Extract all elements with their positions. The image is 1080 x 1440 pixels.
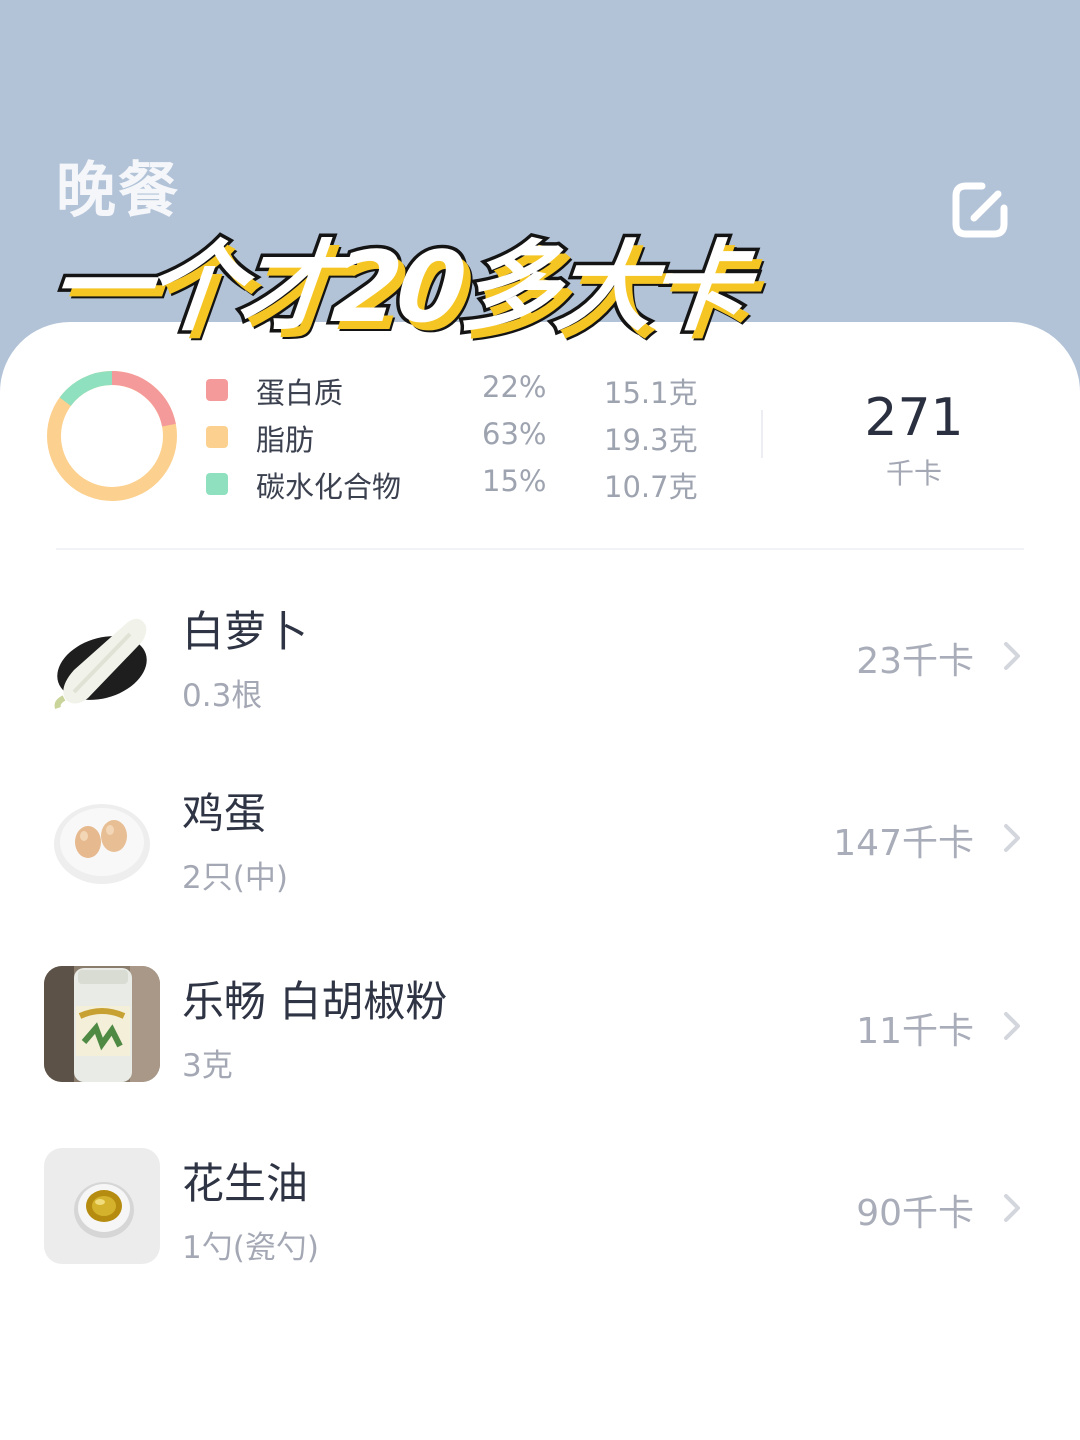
macro-donut-chart [47,371,177,501]
food-item-white-radish[interactable]: 白萝卜 0.3根 23千卡 [0,584,1080,734]
summary-divider [761,410,763,458]
food-item-eggs[interactable]: 鸡蛋 2只(中) 147千卡 [0,766,1080,916]
macro-name: 碳水化合物 [256,470,402,504]
peanut-oil-image [44,1148,160,1264]
macro-row-fat: 脂肪 63% 19.3克 [206,413,726,460]
chevron-right-icon [1004,642,1020,670]
food-kcal: 23千卡 [856,641,974,682]
food-amount: 1勺(瓷勺) [182,1230,319,1266]
food-name: 花生油 [182,1159,309,1208]
food-kcal: 90千卡 [856,1193,974,1234]
macro-grams: 19.3克 [604,423,698,457]
macro-grams: 10.7克 [604,470,698,504]
macro-percent: 22% [482,370,547,404]
fat-color-swatch [206,426,228,448]
macro-percent: 63% [482,417,547,451]
chevron-right-icon [1004,1194,1020,1222]
macro-grams: 15.1克 [604,376,698,410]
chevron-right-icon [1004,824,1020,852]
food-name: 乐畅 白胡椒粉 [182,977,448,1026]
total-kcal: 271 [864,388,964,448]
food-amount: 3克 [182,1048,233,1084]
carb-color-swatch [206,473,228,495]
food-amount: 0.3根 [182,678,263,714]
chevron-right-icon [1004,1012,1020,1040]
overlay-caption: 一个才20多大卡 [42,228,753,349]
edit-icon[interactable] [948,178,1012,242]
pepper-jar-image [44,966,160,1082]
eggs-image [44,778,160,894]
white-radish-image [44,596,160,712]
food-kcal: 11千卡 [856,1011,974,1052]
food-item-white-pepper[interactable]: 乐畅 白胡椒粉 3克 11千卡 [0,954,1080,1104]
macro-row-carb: 碳水化合物 15% 10.7克 [206,460,726,507]
food-amount: 2只(中) [182,860,288,896]
food-name: 鸡蛋 [182,789,267,838]
food-name: 白萝卜 [182,607,309,656]
protein-color-swatch [206,379,228,401]
macro-name: 蛋白质 [256,376,344,410]
food-kcal: 147千卡 [833,823,974,864]
total-kcal-unit: 千卡 [885,457,942,490]
macro-percent: 15% [482,464,547,498]
macro-legend: 蛋白质 22% 15.1克 脂肪 63% 19.3克 碳水化合物 15% 10.… [206,366,726,507]
section-divider [56,548,1024,550]
food-item-peanut-oil[interactable]: 花生油 1勺(瓷勺) 90千卡 [0,1136,1080,1286]
macro-row-protein: 蛋白质 22% 15.1克 [206,366,726,413]
macro-name: 脂肪 [256,423,315,457]
